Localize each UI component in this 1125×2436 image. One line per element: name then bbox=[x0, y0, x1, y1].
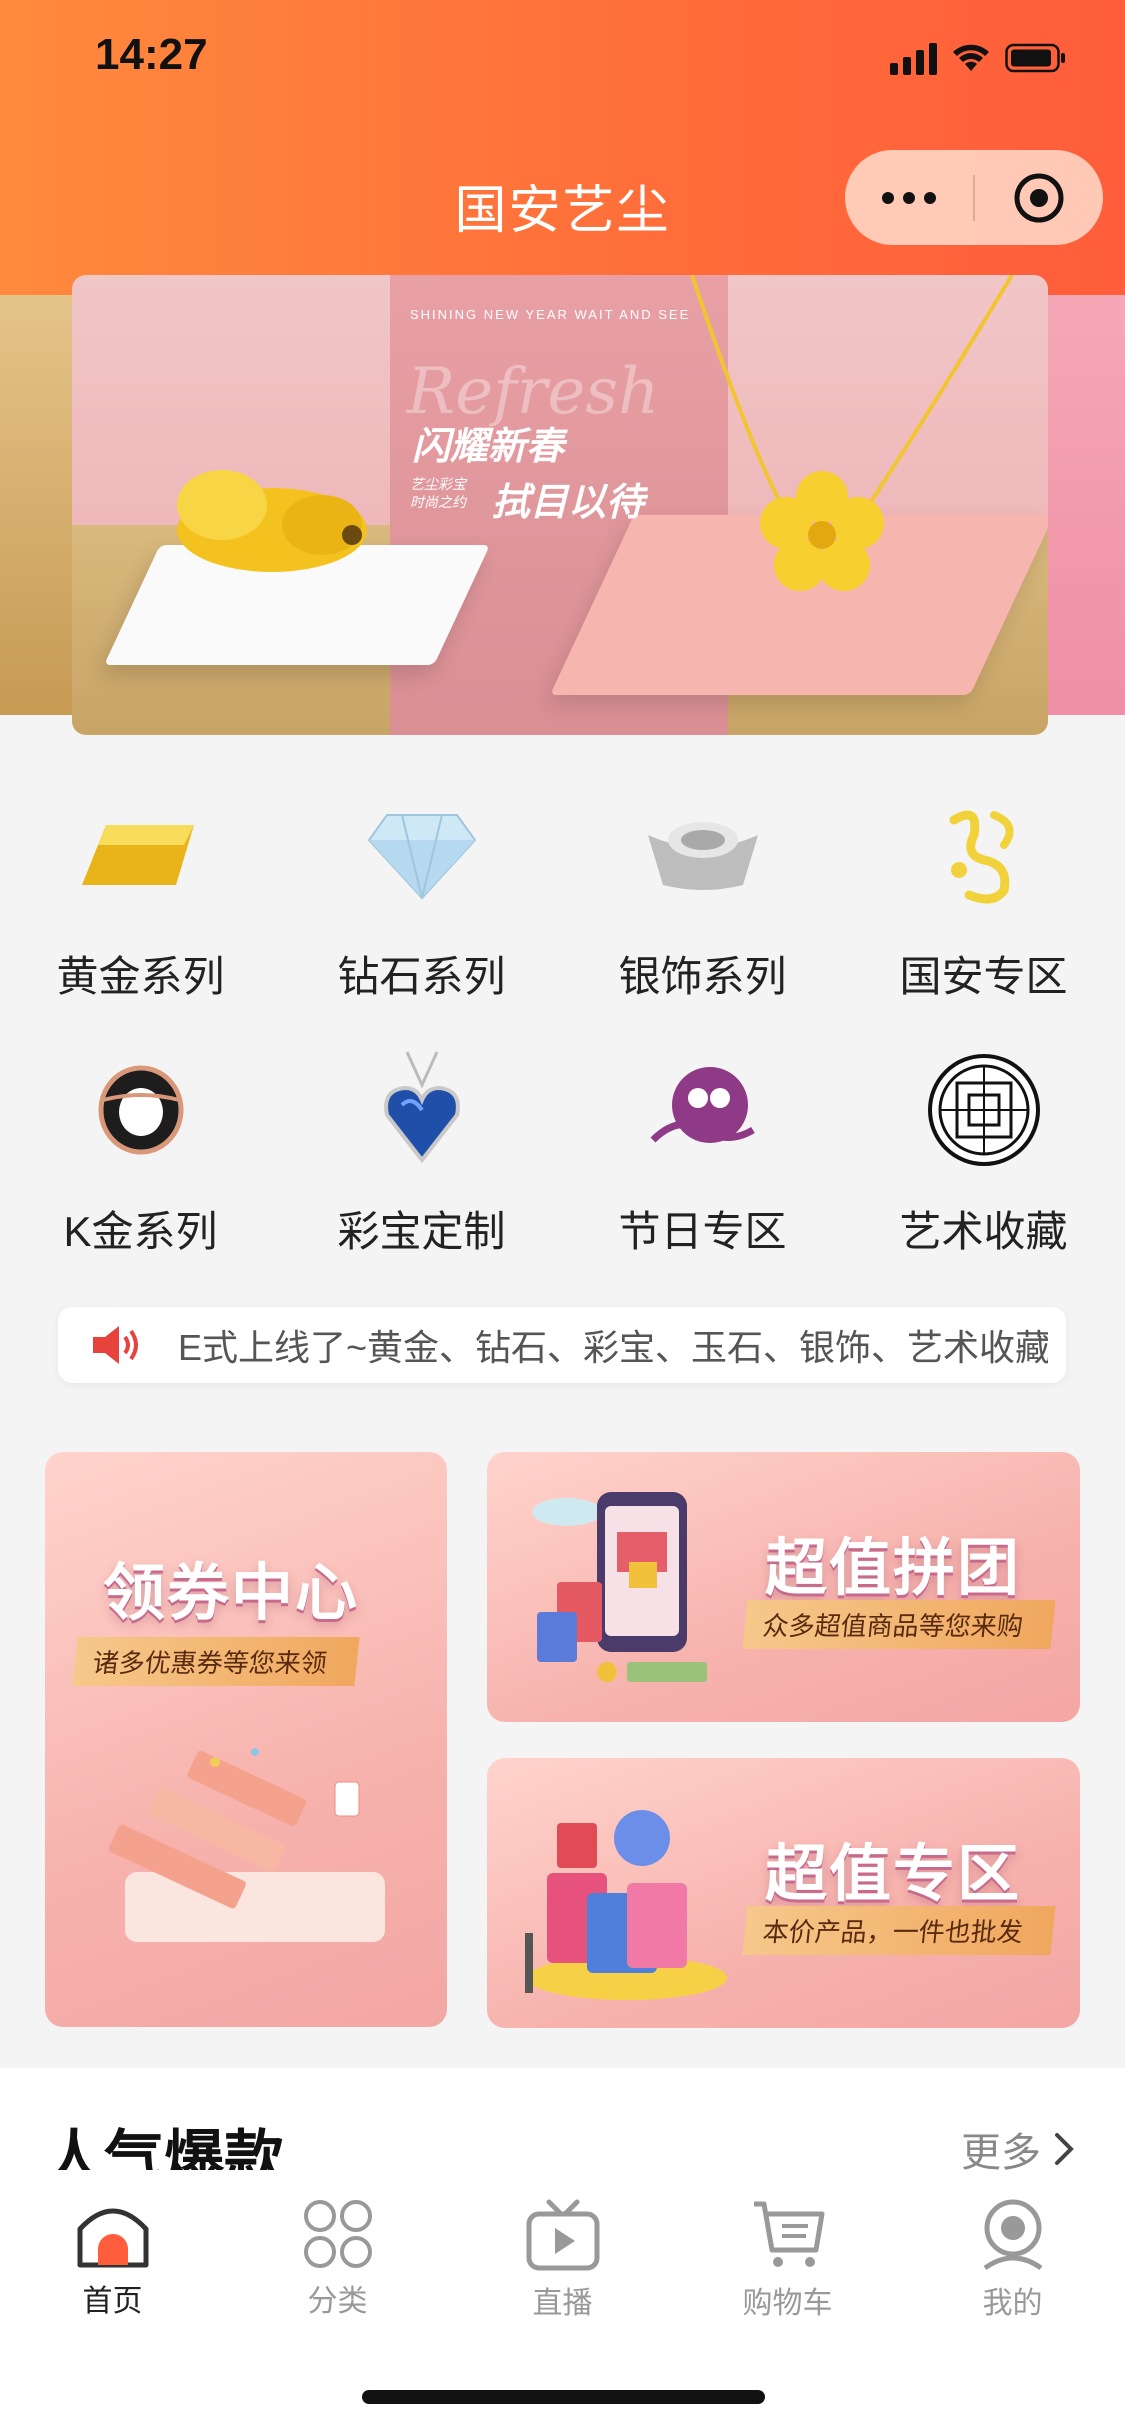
category-label: 国安专区 bbox=[899, 953, 1068, 1000]
speaker-icon bbox=[58, 1323, 178, 1367]
gold-pixiu-image bbox=[177, 470, 367, 572]
tab-label: 直播 bbox=[532, 2287, 593, 2320]
status-icons bbox=[890, 38, 1067, 78]
target-icon bbox=[1014, 173, 1064, 222]
banner-carousel[interactable]: SHINING NEW YEAR WAIT AND SEE Refresh 闪耀… bbox=[0, 275, 1125, 735]
tab-label: 我的 bbox=[982, 2287, 1043, 2320]
guoan-logo-icon bbox=[949, 810, 1014, 904]
silver-ingot-icon bbox=[647, 822, 758, 890]
festival-icon bbox=[650, 1067, 755, 1143]
chevron-right-icon bbox=[1055, 2133, 1074, 2165]
art-pattern-icon bbox=[927, 1054, 1040, 1166]
promo-subtitle: 本价产品，一件也批发 bbox=[742, 1906, 1056, 1955]
promo-subtitle: 诸多优惠券等您来领 bbox=[72, 1637, 360, 1686]
coupon-center-card[interactable]: 领券中心 诸多优惠券等您来领 bbox=[45, 1452, 447, 2027]
category-label: 黄金系列 bbox=[56, 953, 225, 1000]
category-diamond[interactable]: 钻石系列 bbox=[281, 760, 562, 1015]
category-label: 节日专区 bbox=[618, 1208, 787, 1255]
close-target-button[interactable] bbox=[975, 171, 1103, 225]
category-label: 银饰系列 bbox=[618, 953, 787, 1000]
header: 14:27 国安艺尘 bbox=[0, 0, 1125, 295]
category-label: 钻石系列 bbox=[337, 953, 506, 1000]
notice-bar[interactable]: E式上线了~黄金、钻石、彩宝、玉石、银饰、艺术收藏 bbox=[58, 1307, 1066, 1383]
category-festival[interactable]: 节日专区 bbox=[562, 1015, 843, 1270]
gem-pendant-icon bbox=[383, 1051, 460, 1164]
home-icon bbox=[77, 2208, 148, 2268]
wifi-icon bbox=[951, 43, 991, 73]
value-zone-card[interactable]: 超值专区 本价产品，一件也批发 bbox=[487, 1758, 1080, 2028]
category-art[interactable]: 艺术收藏 bbox=[843, 1015, 1124, 1270]
group-buy-card[interactable]: 超值拼团 众多超值商品等您来购 bbox=[487, 1452, 1080, 1722]
ring-icon bbox=[98, 1065, 183, 1155]
promo-title: 领券中心 bbox=[103, 1559, 360, 1628]
tab-live[interactable]: 直播 bbox=[450, 2198, 675, 2320]
home-indicator[interactable] bbox=[362, 2390, 765, 2404]
tab-label: 首页 bbox=[82, 2285, 143, 2318]
more-button[interactable] bbox=[845, 191, 973, 204]
banner-small-text: 艺尘彩宝 时尚之约 bbox=[410, 476, 466, 510]
promo-subtitle: 众多超值商品等您来购 bbox=[742, 1600, 1056, 1649]
shopping-phone-illustration bbox=[532, 1492, 707, 1682]
notice-text: E式上线了~黄金、钻石、彩宝、玉石、银饰、艺术收藏 bbox=[178, 1327, 1048, 1368]
category-grid: 黄金系列 钻石系列 银饰系列 国安专区 K金系列 彩宝定制 节日专区 艺术收藏 bbox=[0, 760, 1125, 1270]
tab-label: 购物车 bbox=[742, 2287, 833, 2320]
cart-icon bbox=[753, 2201, 824, 2267]
category-kgold[interactable]: K金系列 bbox=[0, 1015, 281, 1270]
category-guoan[interactable]: 国安专区 bbox=[843, 760, 1124, 1015]
tab-label: 分类 bbox=[307, 2285, 368, 2318]
mini-program-capsule bbox=[845, 150, 1103, 245]
category-label: 艺术收藏 bbox=[899, 1208, 1068, 1255]
category-label: 彩宝定制 bbox=[337, 1208, 506, 1255]
category-gem[interactable]: 彩宝定制 bbox=[281, 1015, 562, 1270]
category-gold[interactable]: 黄金系列 bbox=[0, 760, 281, 1015]
banner-headline-2: 拭目以待 bbox=[492, 482, 645, 524]
category-label: K金系列 bbox=[63, 1208, 218, 1255]
promo-title: 超值拼团 bbox=[765, 1534, 1022, 1603]
gold-necklace-image bbox=[690, 275, 1014, 591]
banner-headline-1: 闪耀新春 bbox=[412, 426, 565, 468]
shopping-bags-illustration bbox=[525, 1810, 727, 2000]
banner-tagline: SHINING NEW YEAR WAIT AND SEE bbox=[410, 307, 691, 322]
diamond-icon bbox=[367, 814, 476, 900]
profile-icon bbox=[983, 2199, 1042, 2271]
category-silver[interactable]: 银饰系列 bbox=[562, 760, 843, 1015]
status-time: 14:27 bbox=[95, 30, 208, 79]
coupon-illustration bbox=[108, 1748, 385, 1942]
category-icon bbox=[303, 2200, 372, 2268]
tab-category[interactable]: 分类 bbox=[225, 2198, 450, 2320]
signal-icon bbox=[890, 41, 937, 75]
banner-prev-peek[interactable] bbox=[0, 295, 72, 715]
gold-bar-icon bbox=[81, 825, 194, 885]
banner-next-peek[interactable] bbox=[1048, 295, 1125, 715]
tab-home[interactable]: 首页 bbox=[0, 2198, 225, 2320]
banner-slide[interactable]: SHINING NEW YEAR WAIT AND SEE Refresh 闪耀… bbox=[72, 275, 1048, 735]
promo-title: 超值专区 bbox=[765, 1840, 1022, 1909]
live-tv-icon bbox=[526, 2199, 599, 2271]
tab-cart[interactable]: 购物车 bbox=[675, 2198, 900, 2320]
tab-profile[interactable]: 我的 bbox=[900, 2198, 1125, 2320]
battery-icon bbox=[1005, 43, 1067, 73]
